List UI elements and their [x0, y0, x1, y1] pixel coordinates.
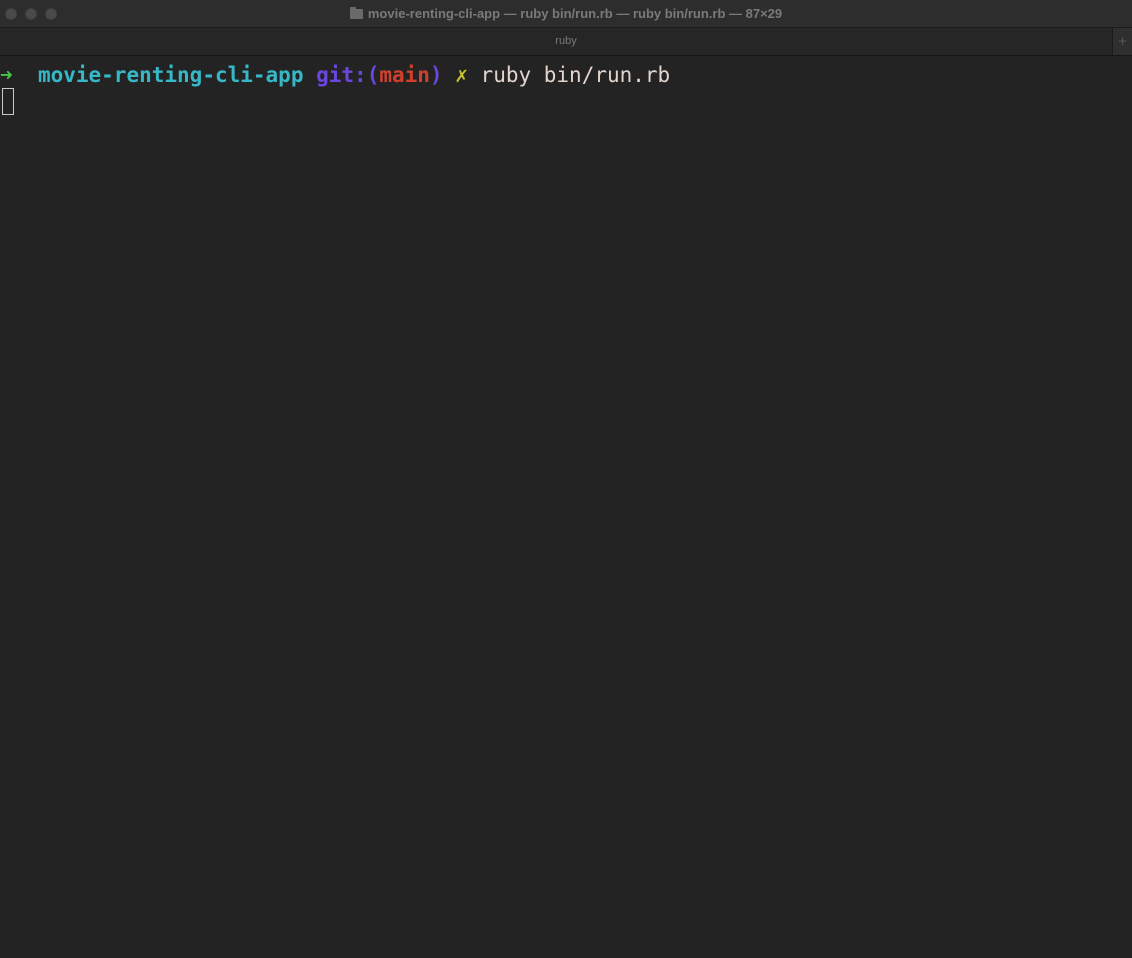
window-title-text: movie-renting-cli-app — ruby bin/run.rb …	[367, 6, 783, 21]
prompt-directory: movie-renting-cli-app	[37, 63, 304, 87]
prompt-git-suffix: )	[429, 63, 443, 87]
new-tab-button[interactable]: +	[1112, 28, 1132, 55]
prompt-command: ruby bin/run.rb	[480, 63, 671, 87]
tab-ruby[interactable]: ruby	[0, 35, 1132, 47]
prompt-git-prefix: git:(	[316, 63, 380, 87]
prompt-dirty-marker: ✗	[455, 63, 468, 87]
window-title: movie-renting-cli-app — ruby bin/run.rb …	[0, 6, 1132, 21]
prompt-line: ➜ movie-renting-cli-app git:(main) ✗ rub…	[0, 63, 670, 87]
text-cursor	[2, 88, 14, 115]
terminal-window: movie-renting-cli-app — ruby bin/run.rb …	[0, 0, 1132, 958]
terminal-content[interactable]: ➜ movie-renting-cli-app git:(main) ✗ rub…	[0, 56, 1132, 958]
prompt-arrow-icon: ➜	[0, 63, 13, 87]
folder-icon	[349, 7, 363, 19]
prompt-branch: main	[379, 63, 430, 87]
tab-bar: ruby +	[0, 28, 1132, 56]
title-bar[interactable]: movie-renting-cli-app — ruby bin/run.rb …	[0, 0, 1132, 28]
